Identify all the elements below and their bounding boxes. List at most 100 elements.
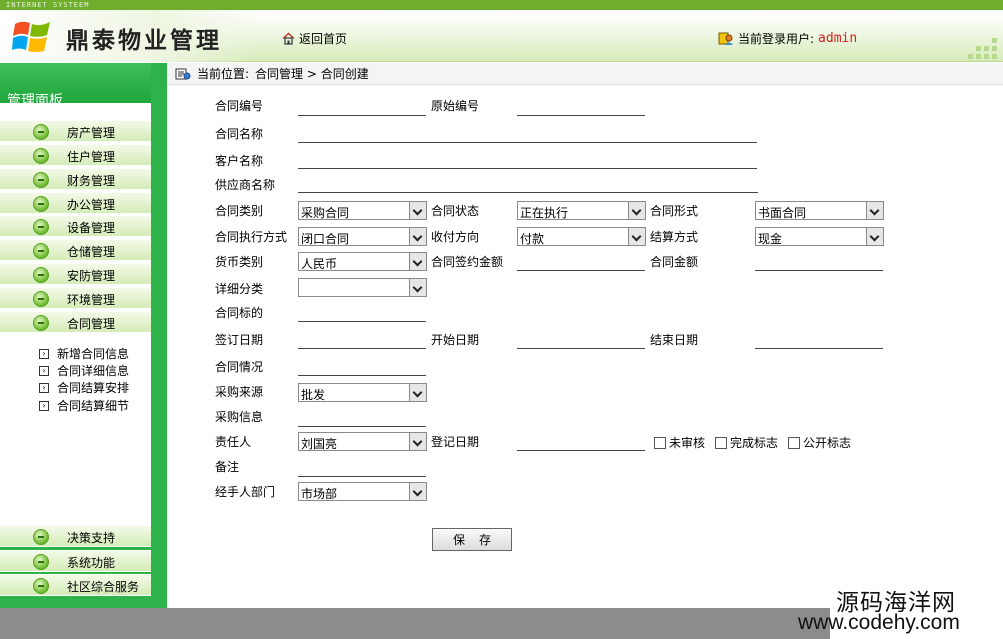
label-pay-direction: 收付方向: [431, 230, 480, 244]
home-link-label: 返回首页: [299, 32, 348, 46]
sidebar-item-property[interactable]: 房产管理: [0, 120, 151, 142]
select-contract-type[interactable]: 采购合同: [298, 201, 427, 220]
checkbox-box: [788, 436, 800, 449]
label-supplier-name: 供应商名称: [215, 178, 276, 192]
breadcrumb-path: 合同管理 > 合同创建: [255, 67, 369, 81]
input-contract-name[interactable]: [298, 142, 757, 143]
bullet-icon: [33, 219, 49, 235]
select-pay-direction[interactable]: 付款: [517, 227, 646, 246]
label-remark: 备注: [215, 460, 240, 474]
sidebar-item-warehouse[interactable]: 仓储管理: [0, 239, 151, 261]
sidebar-item-office[interactable]: 办公管理: [0, 192, 151, 214]
user-icon: [718, 32, 733, 45]
bullet-icon: [33, 124, 49, 140]
label-end-date: 结束日期: [650, 333, 699, 347]
label-contract-amount: 合同金额: [650, 255, 699, 269]
chevron-down-icon: [409, 279, 426, 296]
sidebar-item-decision[interactable]: 决策支持: [0, 525, 151, 547]
input-customer-name[interactable]: [298, 168, 757, 169]
input-sign-amount[interactable]: [517, 270, 645, 271]
breadcrumb: 当前位置: 合同管理 > 合同创建: [167, 63, 1003, 85]
input-register-date[interactable]: [517, 450, 645, 451]
input-remark[interactable]: [298, 476, 426, 477]
bullet-icon: [33, 315, 49, 331]
select-settle-method[interactable]: 现金: [755, 227, 884, 246]
bullet-icon: [33, 243, 49, 259]
label-exec-method: 合同执行方式: [215, 230, 288, 244]
input-purchase-info[interactable]: [298, 426, 426, 427]
input-supplier-name[interactable]: [298, 192, 758, 193]
label-customer-name: 客户名称: [215, 154, 264, 168]
decorative-dots: [968, 38, 997, 59]
input-end-date[interactable]: [755, 348, 883, 349]
banner-text: INTERNET SYSTEEM: [6, 1, 90, 9]
home-link[interactable]: 返回首页: [282, 30, 347, 47]
input-contract-no[interactable]: [298, 115, 426, 116]
chevron-down-icon: [409, 228, 426, 245]
input-contract-amount[interactable]: [755, 270, 883, 271]
windows-logo-icon: [12, 21, 50, 52]
input-sign-date[interactable]: [298, 348, 426, 349]
label-purchase-info: 采购信息: [215, 410, 264, 424]
submenu-settlement-plan[interactable]: › 合同结算安排: [39, 379, 129, 396]
submenu-contract-detail[interactable]: › 合同详细信息: [39, 362, 129, 379]
sidebar-item-system[interactable]: 系统功能: [0, 550, 151, 572]
label-detail-category: 详细分类: [215, 282, 264, 296]
top-banner-strip: INTERNET SYSTEEM: [0, 0, 1003, 10]
checkbox-box: [715, 436, 727, 449]
contract-form: 合同编号 原始编号 合同名称 客户名称 供应商名称 合同类别 采购合同 合同状态…: [167, 85, 1003, 608]
chevron-down-icon: [409, 253, 426, 270]
select-contract-form[interactable]: 书面合同: [755, 201, 884, 220]
sidebar-item-security[interactable]: 安防管理: [0, 263, 151, 285]
breadcrumb-prefix: 当前位置:: [197, 67, 250, 81]
expand-box-icon: ›: [39, 382, 49, 393]
expand-box-icon: ›: [39, 365, 49, 376]
select-detail-category[interactable]: [298, 278, 427, 297]
sidebar-item-contracts[interactable]: 合同管理: [0, 311, 151, 333]
user-prefix: 当前登录用户:: [738, 32, 815, 46]
save-button[interactable]: 保存: [432, 528, 512, 551]
sidebar-item-residents[interactable]: 住户管理: [0, 144, 151, 166]
sidebar-item-environment[interactable]: 环境管理: [0, 287, 151, 309]
sidebar-item-equipment[interactable]: 设备管理: [0, 215, 151, 237]
label-purchase-source: 采购来源: [215, 385, 264, 399]
select-currency[interactable]: 人民币: [298, 252, 427, 271]
input-start-date[interactable]: [517, 348, 645, 349]
submenu-settlement-detail[interactable]: › 合同结算细节: [39, 397, 129, 414]
bullet-icon: [33, 578, 49, 594]
input-original-no[interactable]: [517, 115, 645, 116]
checkbox-public[interactable]: 公开标志: [788, 434, 851, 451]
bullet-icon: [33, 291, 49, 307]
label-contract-no: 合同编号: [215, 99, 264, 113]
sidebar-item-finance[interactable]: 财务管理: [0, 168, 151, 190]
bullet-icon: [33, 529, 49, 545]
label-register-date: 登记日期: [431, 435, 480, 449]
select-purchase-source[interactable]: 批发: [298, 383, 427, 402]
sidebar-item-community[interactable]: 社区综合服务: [0, 574, 151, 596]
submenu-new-contract[interactable]: › 新增合同信息: [39, 345, 129, 362]
input-situation[interactable]: [298, 375, 426, 376]
label-sign-amount: 合同签约金额: [431, 255, 504, 269]
checkbox-completed[interactable]: 完成标志: [715, 434, 778, 451]
bullet-icon: [33, 196, 49, 212]
label-contract-name: 合同名称: [215, 127, 264, 141]
label-responsible: 责任人: [215, 435, 252, 449]
chevron-down-icon: [409, 483, 426, 500]
select-contract-status[interactable]: 正在执行: [517, 201, 646, 220]
label-sign-date: 签订日期: [215, 333, 264, 347]
checkbox-unreviewed[interactable]: 未审核: [654, 434, 705, 451]
chevron-down-icon: [866, 202, 883, 219]
input-subject[interactable]: [298, 321, 426, 322]
bullet-icon: [33, 267, 49, 283]
label-situation: 合同情况: [215, 360, 264, 374]
brand-title: 鼎泰物业管理: [66, 27, 222, 54]
select-exec-method[interactable]: 闭口合同: [298, 227, 427, 246]
checkbox-box: [654, 436, 666, 449]
label-handler-dept: 经手人部门: [215, 485, 276, 499]
label-contract-form: 合同形式: [650, 204, 699, 218]
location-icon: [175, 68, 191, 79]
select-handler-dept[interactable]: 市场部: [298, 482, 427, 501]
chevron-down-icon: [409, 433, 426, 450]
select-responsible[interactable]: 刘国亮: [298, 432, 427, 451]
label-contract-type: 合同类别: [215, 204, 264, 218]
